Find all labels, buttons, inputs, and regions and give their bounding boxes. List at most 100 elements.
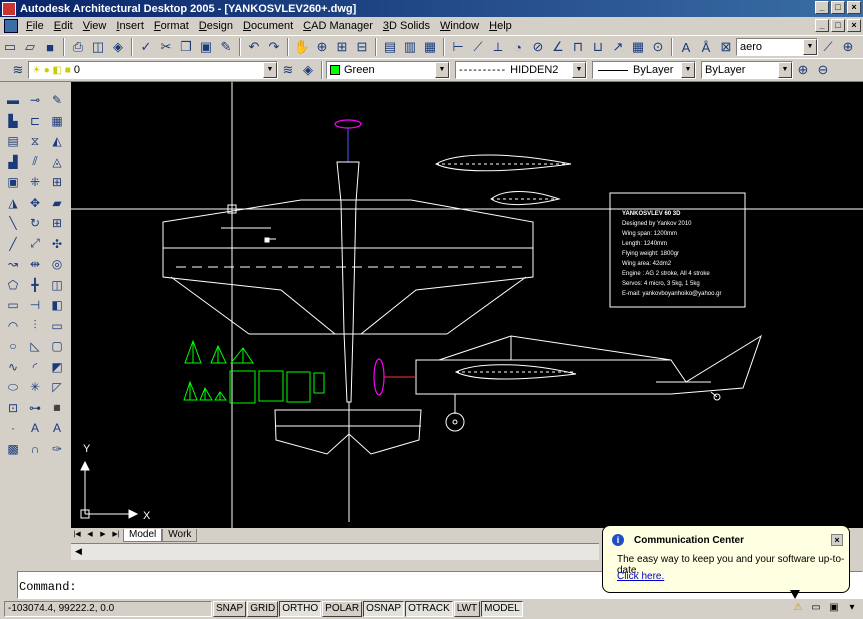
- menu-cad-manager[interactable]: CAD Manager: [298, 18, 378, 34]
- status-menu-icon[interactable]: ▾: [845, 601, 859, 615]
- menu-file[interactable]: File: [21, 18, 49, 34]
- close-icon[interactable]: ×: [831, 534, 843, 546]
- section-icon[interactable]: ◭: [47, 131, 67, 152]
- schedule-icon[interactable]: ◾: [47, 398, 67, 419]
- dim-update-icon[interactable]: ⊠: [716, 37, 736, 57]
- center-mark-icon[interactable]: ⊙: [648, 37, 668, 57]
- text-icon[interactable]: A: [47, 418, 67, 439]
- undo-icon[interactable]: ↶: [244, 37, 264, 57]
- menu-view[interactable]: View: [78, 18, 112, 34]
- zoom-previous-icon[interactable]: ⊟: [352, 37, 372, 57]
- scale-icon[interactable]: ⤢: [25, 234, 45, 255]
- rectangle-icon[interactable]: ▭: [3, 295, 23, 316]
- grid-icon[interactable]: ⊞: [47, 172, 67, 193]
- preview-icon[interactable]: ◫: [88, 37, 108, 57]
- leader-icon[interactable]: ↗: [608, 37, 628, 57]
- break-icon[interactable]: ⫶: [25, 316, 45, 337]
- menu-3d-solids[interactable]: 3D Solids: [378, 18, 435, 34]
- array-icon[interactable]: ⁜: [25, 172, 45, 193]
- wall-icon[interactable]: ▬: [3, 90, 23, 111]
- click-here-link[interactable]: Click here.: [617, 571, 664, 582]
- dim-angular-icon[interactable]: ∠: [548, 37, 568, 57]
- spline-icon[interactable]: ∿: [3, 357, 23, 378]
- mtext-icon[interactable]: A: [25, 418, 45, 439]
- doc-minimize-button[interactable]: _: [815, 19, 829, 32]
- railing-icon[interactable]: ◫: [47, 275, 67, 296]
- linetype-combo[interactable]: - - - - - - - - - - HIDDEN2 ▼: [455, 61, 587, 79]
- magnet-icon[interactable]: ∩: [25, 439, 45, 460]
- column-grid-icon[interactable]: ⊞: [47, 213, 67, 234]
- cut-icon[interactable]: ✂: [156, 37, 176, 57]
- zoom-window-icon[interactable]: ⊞: [332, 37, 352, 57]
- layout-grid-icon[interactable]: ▦: [47, 111, 67, 132]
- edit-icon[interactable]: ✑: [47, 439, 67, 460]
- line-icon[interactable]: ╲: [3, 213, 23, 234]
- space-icon[interactable]: ▣: [3, 172, 23, 193]
- chevron-down-icon[interactable]: ▼: [263, 62, 277, 78]
- explode-icon[interactable]: ✳: [25, 377, 45, 398]
- toolbar-lock-icon[interactable]: ▣: [827, 601, 841, 615]
- communication-center-balloon[interactable]: i Communication Center × The easy way to…: [602, 525, 850, 593]
- layer-combo[interactable]: ☀ ● ◧ ■ 0 ▼: [28, 61, 278, 79]
- tray-settings-icon[interactable]: ▭: [809, 601, 823, 615]
- menu-edit[interactable]: Edit: [49, 18, 78, 34]
- polygon-icon[interactable]: ⬠: [3, 275, 23, 296]
- window-tool-icon[interactable]: ▤: [3, 131, 23, 152]
- mirror-icon[interactable]: ⧖: [25, 131, 45, 152]
- document-icon[interactable]: [4, 19, 18, 33]
- title-bar[interactable]: Autodesk Architectural Desktop 2005 - [Y…: [0, 0, 863, 17]
- structural-member-icon[interactable]: ✣: [47, 234, 67, 255]
- opening-icon[interactable]: ▭: [47, 316, 67, 337]
- next-tab-icon[interactable]: ▶: [97, 529, 109, 541]
- door-icon[interactable]: ▙: [3, 111, 23, 132]
- tab-work[interactable]: Work: [162, 528, 198, 542]
- extend-icon[interactable]: ⊣: [25, 295, 45, 316]
- text-style-combo[interactable]: aero ▼: [736, 38, 818, 56]
- new-icon[interactable]: ▭: [0, 37, 20, 57]
- menu-help[interactable]: Help: [484, 18, 517, 34]
- first-tab-icon[interactable]: |◀: [71, 529, 83, 541]
- make-layer-current-icon[interactable]: ≋: [278, 60, 298, 80]
- doc-close-button[interactable]: ×: [847, 19, 861, 32]
- menu-format[interactable]: Format: [149, 18, 194, 34]
- offset-icon[interactable]: ⫽: [25, 152, 45, 173]
- publish-icon[interactable]: ◈: [108, 37, 128, 57]
- slab-icon[interactable]: ▰: [47, 193, 67, 214]
- chevron-down-icon[interactable]: ▼: [572, 62, 586, 78]
- ellipse-icon[interactable]: ⬭: [3, 377, 23, 398]
- properties-icon[interactable]: ▤: [380, 37, 400, 57]
- point-icon[interactable]: ·: [3, 418, 23, 439]
- dim-continue-icon[interactable]: ⊔: [588, 37, 608, 57]
- chevron-down-icon[interactable]: ▼: [681, 62, 695, 78]
- menu-insert[interactable]: Insert: [111, 18, 149, 34]
- spell-icon[interactable]: ✓: [136, 37, 156, 57]
- chevron-down-icon[interactable]: ▼: [803, 39, 817, 55]
- drawing-area[interactable]: YANKOSVLEV 60 3D Designed by Yankov 2010…: [71, 82, 863, 528]
- zoom-realtime-icon[interactable]: ⊕: [838, 37, 858, 57]
- insert-block-icon[interactable]: ⊡: [3, 398, 23, 419]
- designcenter-icon[interactable]: ▥: [400, 37, 420, 57]
- otrack-toggle[interactable]: OTRACK: [405, 601, 453, 617]
- tag-icon[interactable]: ◸: [47, 377, 67, 398]
- color-combo[interactable]: Green ▼: [326, 61, 450, 79]
- lwt-toggle[interactable]: LWT: [453, 601, 481, 617]
- prev-tab-icon[interactable]: ◀: [84, 529, 96, 541]
- curtain-wall-icon[interactable]: ◧: [47, 295, 67, 316]
- scroll-left-icon[interactable]: ◀: [75, 546, 82, 557]
- polar-toggle[interactable]: POLAR: [322, 601, 363, 617]
- dim-radius-icon[interactable]: ◔: [508, 37, 528, 57]
- stretch-icon[interactable]: ⇹: [25, 254, 45, 275]
- elevation-icon[interactable]: ◬: [47, 152, 67, 173]
- paste-icon[interactable]: ▣: [196, 37, 216, 57]
- match-properties-icon[interactable]: ✎: [216, 37, 236, 57]
- chevron-down-icon[interactable]: ▼: [778, 62, 792, 78]
- dim-linear-icon[interactable]: ⊢: [448, 37, 468, 57]
- zoom-in-icon[interactable]: ⊕: [793, 60, 813, 80]
- arc-icon[interactable]: ◠: [3, 316, 23, 337]
- redo-icon[interactable]: ↷: [264, 37, 284, 57]
- copy-object-icon[interactable]: ⊏: [25, 111, 45, 132]
- dim-diameter-icon[interactable]: ⊘: [528, 37, 548, 57]
- minimize-button[interactable]: _: [815, 1, 829, 14]
- menu-window[interactable]: Window: [435, 18, 484, 34]
- print-icon[interactable]: ⎙: [68, 37, 88, 57]
